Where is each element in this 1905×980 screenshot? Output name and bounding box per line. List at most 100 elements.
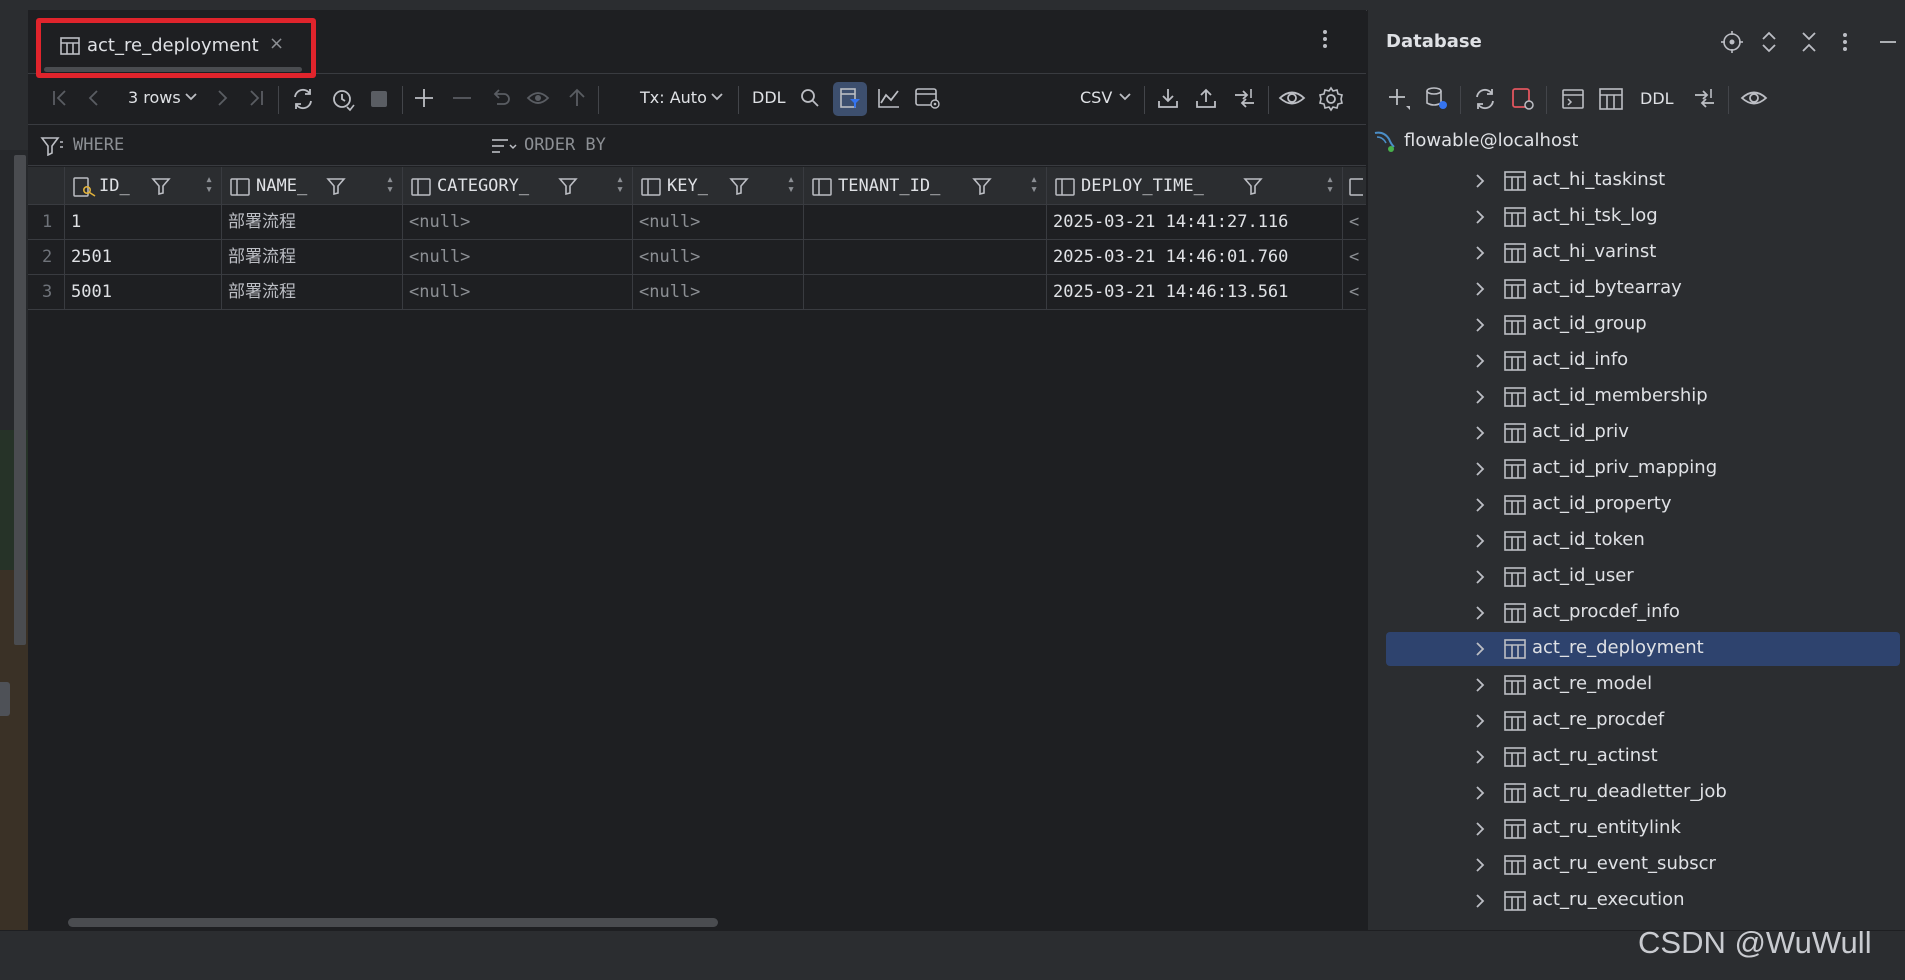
chevron-right-icon[interactable]	[1474, 245, 1486, 261]
column-filter-icon[interactable]	[729, 176, 749, 196]
search-icon[interactable]	[798, 86, 822, 110]
gear-icon[interactable]	[1318, 86, 1344, 112]
connection-node[interactable]: flowable@localhost	[1404, 130, 1578, 151]
refresh-icon[interactable]	[1472, 86, 1498, 112]
upload-icon[interactable]	[1194, 86, 1218, 110]
chevron-right-icon[interactable]	[1474, 353, 1486, 369]
chevron-down-icon[interactable]	[184, 92, 198, 102]
add-row-icon[interactable]	[412, 86, 436, 110]
chevron-right-icon[interactable]	[1474, 461, 1486, 477]
history-icon[interactable]	[330, 86, 356, 112]
cell-key[interactable]: <null>	[633, 240, 804, 274]
sort-arrows-icon[interactable]: ▴ ▾	[1326, 173, 1334, 196]
export-format-selector[interactable]: CSV	[1080, 88, 1112, 107]
preview-changes-icon[interactable]	[526, 86, 552, 110]
tree-item-table[interactable]: act_procdef_info	[1386, 596, 1900, 630]
chevron-right-icon[interactable]	[1474, 425, 1486, 441]
minimize-icon[interactable]	[1878, 30, 1898, 54]
eye-icon[interactable]	[1740, 86, 1768, 110]
chevron-right-icon[interactable]	[1474, 569, 1486, 585]
tree-item-table[interactable]: act_id_priv	[1386, 416, 1900, 450]
collapse-all-icon[interactable]	[1800, 30, 1818, 54]
chart-icon[interactable]	[876, 86, 902, 110]
stop-icon[interactable]	[370, 90, 388, 108]
column-header-tenant-id[interactable]: TENANT_ID_ ▴ ▾	[804, 167, 1047, 204]
expand-all-icon[interactable]	[1760, 30, 1778, 54]
cell-category[interactable]: <null>	[403, 275, 633, 309]
cell-tenant-id[interactable]	[804, 205, 1047, 239]
tree-item-table[interactable]: act_re_deployment	[1386, 632, 1900, 666]
column-header-id[interactable]: ID_ ▴ ▾	[65, 167, 222, 204]
ddl-button[interactable]: DDL	[752, 88, 786, 107]
console-icon[interactable]	[1560, 86, 1586, 112]
cell-id[interactable]: 5001	[65, 275, 222, 309]
chevron-right-icon[interactable]	[1474, 605, 1486, 621]
chevron-right-icon[interactable]	[1474, 497, 1486, 513]
more-vertical-icon[interactable]	[1842, 30, 1848, 54]
column-header-deploy-time[interactable]: DEPLOY_TIME_ ▴ ▾	[1047, 167, 1343, 204]
tree-item-table[interactable]: act_hi_varinst	[1386, 236, 1900, 270]
chevron-right-icon[interactable]	[1474, 641, 1486, 657]
chevron-right-icon[interactable]	[1474, 713, 1486, 729]
submit-icon[interactable]	[566, 86, 588, 110]
cell-deploy-time[interactable]: 2025-03-21 14:46:01.760	[1047, 240, 1343, 274]
sort-arrows-icon[interactable]: ▴ ▾	[1030, 173, 1038, 196]
tree-item-table[interactable]: act_re_procdef	[1386, 704, 1900, 738]
view-settings-icon[interactable]	[914, 86, 942, 110]
tree-item-table[interactable]: act_id_bytearray	[1386, 272, 1900, 306]
tree-item-table[interactable]: act_ru_execution	[1386, 884, 1900, 918]
column-header-category[interactable]: CATEGORY_ ▴ ▾	[403, 167, 633, 204]
chevron-right-icon[interactable]	[1474, 821, 1486, 837]
cell-deploy-time[interactable]: 2025-03-21 14:46:13.561	[1047, 275, 1343, 309]
column-filter-icon[interactable]	[558, 176, 578, 196]
tree-item-table[interactable]: act_ru_deadletter_job	[1386, 776, 1900, 810]
transaction-mode-selector[interactable]: Tx: Auto	[640, 88, 707, 107]
add-icon[interactable]	[1386, 86, 1412, 112]
cell-deploy-time[interactable]: 2025-03-21 14:41:27.116	[1047, 205, 1343, 239]
column-header-next[interactable]	[1343, 167, 1366, 204]
locate-icon[interactable]	[1720, 30, 1744, 54]
chevron-down-icon[interactable]	[710, 92, 724, 102]
ddl-button[interactable]: DDL	[1640, 89, 1674, 108]
chevron-right-icon[interactable]	[1474, 785, 1486, 801]
tree-item-table[interactable]: act_ru_event_subscr	[1386, 848, 1900, 882]
last-page-icon[interactable]	[246, 86, 266, 110]
column-filter-icon[interactable]	[326, 176, 346, 196]
first-page-icon[interactable]	[50, 86, 70, 110]
cell-name[interactable]: 部署流程	[222, 240, 403, 274]
data-source-properties-icon[interactable]	[1424, 86, 1450, 112]
column-header-name[interactable]: NAME_ ▴ ▾	[222, 167, 403, 204]
cell-category[interactable]: <null>	[403, 205, 633, 239]
cell-id[interactable]: 2501	[65, 240, 222, 274]
close-icon[interactable]: ×	[269, 33, 284, 54]
cell-name[interactable]: 部署流程	[222, 275, 403, 309]
tree-item-table[interactable]: act_re_model	[1386, 668, 1900, 702]
compare-icon[interactable]	[1692, 86, 1718, 110]
sort-arrows-icon[interactable]: ▴ ▾	[616, 173, 624, 196]
cell-id[interactable]: 1	[65, 205, 222, 239]
next-page-icon[interactable]	[214, 86, 230, 110]
more-vertical-icon[interactable]	[1322, 28, 1328, 50]
cell-next[interactable]: <	[1343, 205, 1366, 239]
left-scrollbar[interactable]	[14, 155, 26, 645]
column-filter-icon[interactable]	[1243, 176, 1263, 196]
cell-name[interactable]: 部署流程	[222, 205, 403, 239]
rows-count-selector[interactable]: 3 rows	[128, 88, 181, 107]
sort-arrows-icon[interactable]: ▴ ▾	[386, 173, 394, 196]
chevron-right-icon[interactable]	[1474, 533, 1486, 549]
tree-item-table[interactable]: act_ru_entitylink	[1386, 812, 1900, 846]
table-row[interactable]: 2 2501 部署流程 <null> <null> 2025-03-21 14:…	[28, 240, 1366, 275]
chevron-right-icon[interactable]	[1474, 749, 1486, 765]
chevron-right-icon[interactable]	[1474, 173, 1486, 189]
chevron-right-icon[interactable]	[1474, 677, 1486, 693]
table-row[interactable]: 1 1 部署流程 <null> <null> 2025-03-21 14:41:…	[28, 205, 1366, 240]
chevron-down-icon[interactable]	[1118, 92, 1132, 102]
previous-page-icon[interactable]	[86, 86, 102, 110]
tree-item-table[interactable]: act_ru_actinst	[1386, 740, 1900, 774]
tree-item-table[interactable]: act_id_priv_mapping	[1386, 452, 1900, 486]
chevron-right-icon[interactable]	[1474, 389, 1486, 405]
table-row[interactable]: 3 5001 部署流程 <null> <null> 2025-03-21 14:…	[28, 275, 1366, 310]
tree-item-table[interactable]: act_id_membership	[1386, 380, 1900, 414]
download-icon[interactable]	[1156, 86, 1180, 110]
where-input[interactable]: WHERE	[73, 135, 124, 155]
